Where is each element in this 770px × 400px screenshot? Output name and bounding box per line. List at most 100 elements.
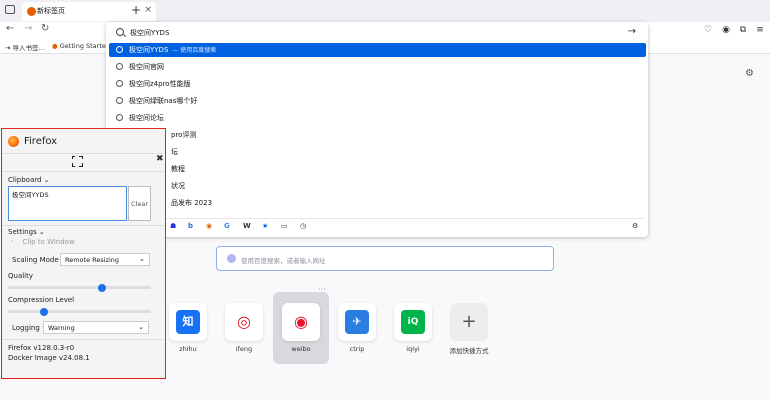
divider <box>2 171 164 172</box>
suggestion-item[interactable]: 极空间YYDS — 使用百度搜索 <box>109 43 646 57</box>
account-icon[interactable]: ◉ <box>721 25 731 35</box>
tab-list-icon[interactable] <box>5 5 15 14</box>
wikipedia-engine-icon[interactable]: W <box>243 222 251 230</box>
firefox-version: Firefox v128.0.3-r0 <box>8 344 75 352</box>
suggestion-text: 极空间z4pro性能版 <box>129 80 191 88</box>
scaling-mode-select[interactable]: Remote Resizing ⌄ <box>60 253 150 266</box>
fullscreen-icon[interactable] <box>71 155 83 167</box>
suggestion-item[interactable]: 极空间z4pro性能版 <box>109 77 646 91</box>
go-arrow-icon[interactable]: → <box>628 26 636 37</box>
extensions-icon[interactable]: ⧉ <box>738 25 748 35</box>
suggestion-item[interactable]: 品发布 2023 <box>109 196 646 210</box>
shortcut-label: ifeng <box>235 345 253 353</box>
scaling-mode-label: Scaling Mode <box>12 256 59 264</box>
search-icon <box>116 114 123 121</box>
back-icon[interactable]: ← <box>6 23 14 34</box>
compression-label: Compression Level <box>8 296 75 304</box>
tab-close-icon[interactable]: × <box>144 5 152 15</box>
forward-icon[interactable]: → <box>24 23 32 34</box>
suggestion-item[interactable]: pro评测 <box>109 128 646 142</box>
new-tab-button[interactable]: + <box>131 3 141 17</box>
page-search-box[interactable]: 使用百度搜索，或者输入网址 <box>216 246 554 271</box>
shortcut-label: 添加快捷方式 <box>449 347 489 355</box>
suggestion-item[interactable]: 状况 <box>109 179 646 193</box>
url-input-value: 极空间YYDS <box>130 29 170 37</box>
history-icon[interactable]: ◷ <box>300 222 306 230</box>
search-icon <box>116 80 123 87</box>
clip-radio-icon: ◦ <box>10 238 15 246</box>
shortcut-add[interactable]: + 添加快捷方式 <box>441 292 497 364</box>
zhihu-icon: 知 <box>176 310 200 334</box>
tabs-icon[interactable]: ▭ <box>281 222 288 230</box>
logging-label: Logging <box>12 324 40 332</box>
suggestion-text: pro评测 <box>171 131 197 139</box>
divider <box>2 153 164 154</box>
suggestion-item[interactable]: 坛 <box>109 145 646 159</box>
suggestion-item[interactable]: 极空间绿联nas哪个好 <box>109 94 646 108</box>
suggestion-text: 极空间官网 <box>129 63 164 71</box>
bing-engine-icon[interactable]: b <box>188 222 193 230</box>
logging-select[interactable]: Warning ⌄ <box>43 321 149 334</box>
quality-slider[interactable] <box>8 283 151 292</box>
menu-icon[interactable]: ≡ <box>755 25 765 35</box>
suggestion-hint: — 使用百度搜索 <box>172 47 217 54</box>
baidu-icon <box>227 254 236 263</box>
clipboard-textarea[interactable]: 极空间YYDS <box>8 186 127 221</box>
bookmarks-star-icon[interactable]: ★ <box>262 222 268 230</box>
suggestion-item[interactable]: 极空间论坛 <box>109 111 646 125</box>
clip-to-window-option[interactable]: ◦ Clip to Window <box>10 238 75 246</box>
suggestion-text: 状况 <box>171 182 185 190</box>
search-icon <box>116 63 123 70</box>
suggestion-text: 极空间论坛 <box>129 114 164 122</box>
settings-label[interactable]: Settings ⌄ <box>8 228 45 236</box>
page-settings-gear-icon[interactable]: ⚙ <box>745 68 754 79</box>
url-input[interactable]: 极空间YYDS → <box>116 26 636 42</box>
firefox-bookmark-icon: ● <box>52 42 58 50</box>
quality-slider-thumb[interactable] <box>98 283 107 292</box>
suggestion-item[interactable]: 教程 <box>109 162 646 176</box>
bookmark-getting-started[interactable]: ● Getting Started <box>52 42 110 50</box>
bookmark-import-label: 导入书签… <box>12 44 46 52</box>
add-shortcut-plus-icon: + <box>450 303 488 341</box>
panel-header: Firefox <box>2 129 164 153</box>
search-icon <box>116 97 123 104</box>
quality-label: Quality <box>8 272 34 280</box>
search-icon <box>116 46 123 53</box>
shortcut-label: weibo <box>291 345 311 353</box>
logging-value: Warning <box>48 324 75 332</box>
google-engine-icon[interactable]: G <box>224 222 230 230</box>
search-settings-gear-icon[interactable]: ⚙ <box>632 222 638 230</box>
weibo-icon: ◉ <box>294 312 308 331</box>
shortcut-ifeng[interactable]: ◎ ifeng <box>216 292 272 364</box>
compression-slider-thumb[interactable] <box>40 307 49 316</box>
suggestion-text: 教程 <box>171 165 185 173</box>
pocket-icon[interactable]: ♡ <box>703 25 713 35</box>
suggestion-text: 坛 <box>171 148 178 156</box>
shortcut-zhihu[interactable]: 知 zhihu <box>160 292 216 364</box>
search-engines-row: ☗ b ◉ G W ★ ▭ ◷ ⚙ <box>166 218 644 232</box>
divider <box>2 225 164 226</box>
shortcut-label: iqiyi <box>406 345 420 353</box>
shortcut-ctrip[interactable]: ✈ ctrip <box>329 292 385 364</box>
suggestion-item[interactable]: 极空间官网 <box>109 60 646 74</box>
compression-slider[interactable] <box>8 307 151 316</box>
suggestion-text: 品发布 2023 <box>171 199 213 207</box>
duckduckgo-engine-icon[interactable]: ◉ <box>206 222 212 230</box>
divider <box>2 339 164 340</box>
shortcut-weibo[interactable]: ◉ weibo <box>273 292 329 364</box>
suggestion-text: 极空间绿联nas哪个好 <box>129 97 198 105</box>
firefox-favicon-icon <box>27 7 36 16</box>
tab-title: 新标签页 <box>37 7 65 15</box>
firefox-control-panel: Firefox ✖ Clipboard ⌄ 极空间YYDS Clear Sett… <box>1 128 166 379</box>
close-panel-icon[interactable]: ✖ <box>156 154 164 164</box>
clear-button[interactable]: Clear <box>128 186 151 221</box>
search-icon <box>116 28 124 36</box>
docker-version: Docker Image v24.08.1 <box>8 354 90 362</box>
clipboard-label[interactable]: Clipboard ⌄ <box>8 176 50 184</box>
bookmark-import[interactable]: ⇥ 导入书签… <box>5 42 45 52</box>
reload-icon[interactable]: ↻ <box>41 23 49 34</box>
shortcut-iqiyi[interactable]: iQ iqiyi <box>385 292 441 364</box>
suggestion-text: 极空间YYDS <box>129 46 169 54</box>
baidu-engine-icon[interactable]: ☗ <box>170 222 176 230</box>
shortcut-label: ctrip <box>349 345 365 353</box>
